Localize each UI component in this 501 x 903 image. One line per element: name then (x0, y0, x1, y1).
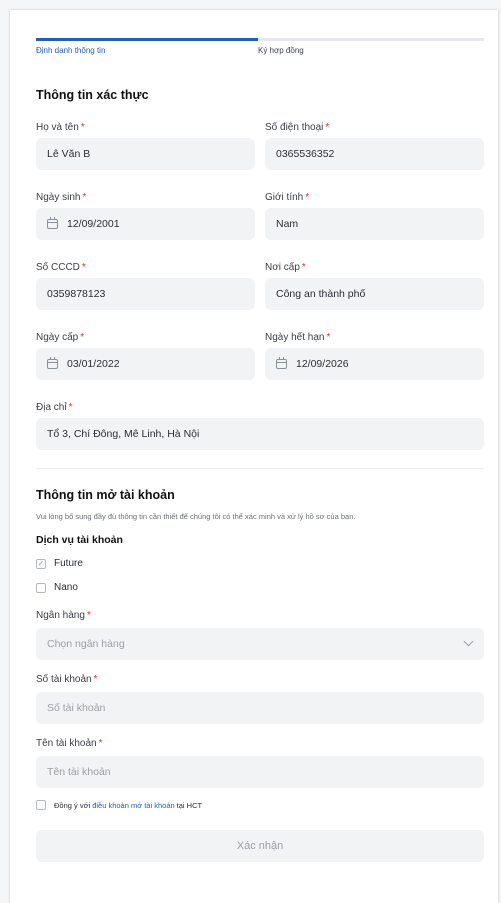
service-nano-option[interactable]: Nano (36, 582, 78, 593)
step-identity[interactable]: Định danh thông tin (36, 46, 105, 55)
chevron-down-icon (463, 636, 474, 647)
address-field[interactable]: Tổ 3, Chí Đông, Mê Linh, Hà Nội (36, 418, 484, 450)
expiry-date-label: Ngày hết hạn * (265, 332, 331, 343)
step-contract[interactable]: Ký hợp đồng (258, 46, 304, 55)
account-name-label: Tên tài khoản * (36, 738, 103, 749)
calendar-icon (276, 357, 287, 369)
service-future-option[interactable]: ✓ Future (36, 558, 83, 569)
expiry-date-field[interactable]: 12/09/2026 (265, 348, 484, 380)
agree-terms-row[interactable]: Đồng ý với điều khoản mở tài khoản tại H… (36, 800, 202, 810)
dob-field[interactable]: 12/09/2001 (36, 208, 255, 240)
dob-label: Ngày sinh * (36, 192, 87, 203)
fullname-field[interactable]: Lê Văn B (36, 138, 255, 170)
calendar-icon (47, 357, 58, 369)
gender-field[interactable]: Nam (265, 208, 484, 240)
step-progress-active (36, 38, 258, 41)
check-icon[interactable]: ✓ (36, 558, 46, 569)
issued-place-field[interactable]: Công an thành phố (265, 278, 484, 310)
service-nano-label: Nano (54, 582, 78, 593)
calendar-icon (47, 217, 58, 229)
agree-checkbox[interactable] (36, 800, 46, 810)
bank-select[interactable]: Chọn ngân hàng (36, 628, 484, 660)
account-section-title: Thông tin mở tài khoản (36, 488, 175, 502)
id-number-field[interactable]: 0359878123 (36, 278, 255, 310)
phone-label: Số điện thoại * (265, 122, 330, 133)
issued-date-field[interactable]: 03/01/2022 (36, 348, 255, 380)
bank-label: Ngân hàng * (36, 610, 91, 621)
stepper: Định danh thông tin Ký hợp đồng (36, 38, 484, 68)
checkbox-empty[interactable] (36, 582, 46, 593)
fullname-label: Họ và tên * (36, 122, 85, 133)
terms-link[interactable]: điều khoản mở tài khoản (92, 801, 174, 810)
account-number-label: Số tài khoản * (36, 674, 98, 685)
account-name-input[interactable]: Tên tài khoản (36, 756, 484, 788)
phone-field[interactable]: 0365536352 (265, 138, 484, 170)
verify-section-title: Thông tin xác thực (36, 88, 149, 102)
id-number-label: Số CCCD * (36, 262, 86, 273)
address-label: Địa chỉ * (36, 402, 73, 413)
account-number-input[interactable]: Số tài khoản (36, 692, 484, 724)
account-description: Vui lòng bổ sung đầy đủ thông tin cần th… (36, 512, 356, 521)
issued-place-label: Nơi cấp * (265, 262, 306, 273)
section-divider (36, 468, 484, 469)
form-card: Định danh thông tin Ký hợp đồng Thông ti… (10, 10, 498, 903)
issued-date-label: Ngày cấp * (36, 332, 85, 343)
service-future-label: Future (54, 558, 83, 569)
gender-label: Giới tính * (265, 192, 310, 203)
service-label: Dịch vụ tài khoản (36, 534, 123, 546)
submit-button[interactable]: Xác nhận (36, 830, 484, 862)
step-progress-inactive (258, 38, 484, 41)
